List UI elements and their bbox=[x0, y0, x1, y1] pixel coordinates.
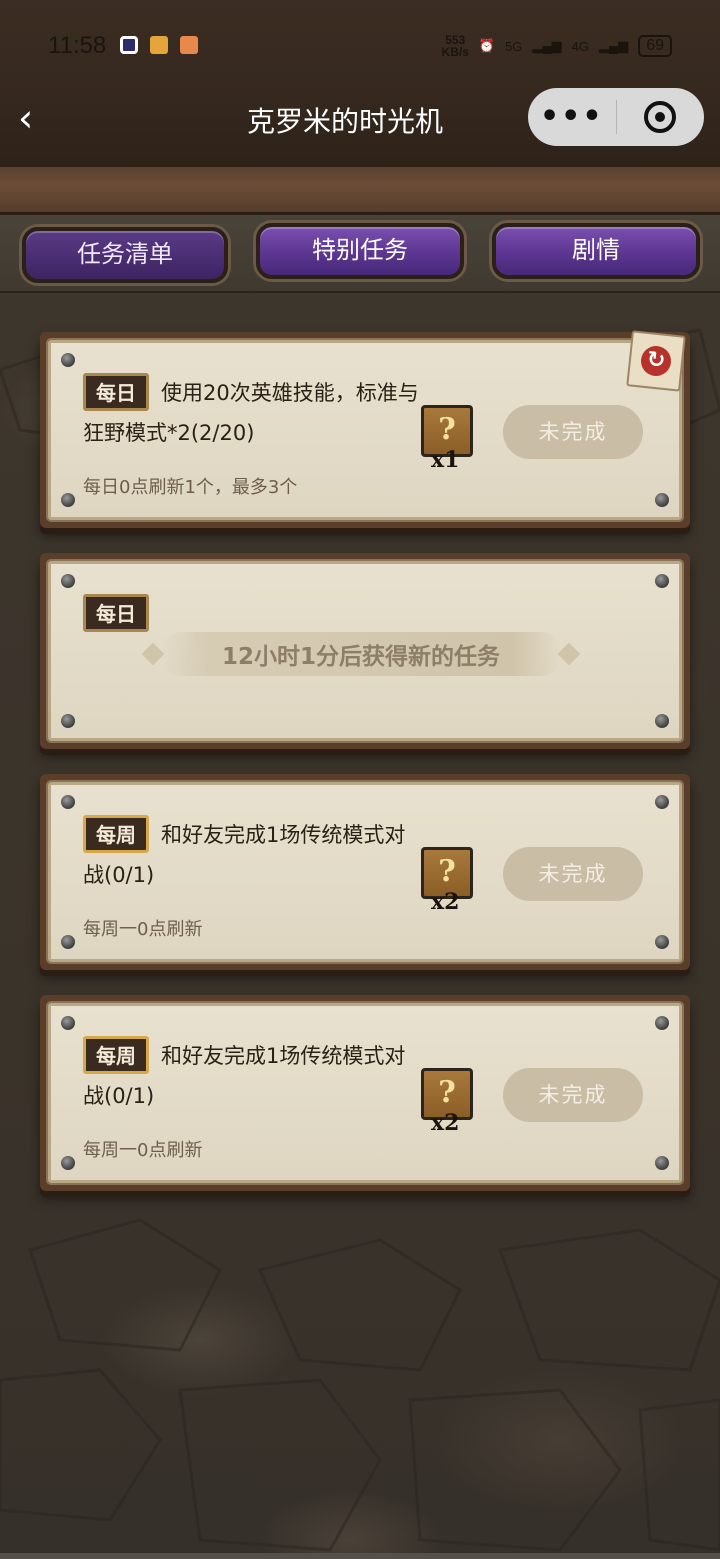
quest-card: 使用20次英雄技能，标准与狂野模式*2(2/20) 每日 每日0点刷新1个，最多… bbox=[40, 330, 690, 528]
quest-badge-weekly: 每周 bbox=[83, 815, 149, 853]
battery-icon: 69 bbox=[638, 35, 672, 57]
rivet bbox=[61, 714, 75, 728]
quest-status-button[interactable]: 未完成 bbox=[503, 1068, 643, 1122]
refresh-icon: ↻ bbox=[639, 344, 673, 378]
status-time: 11:58 bbox=[48, 32, 107, 59]
pending-countdown: 12小时1分后获得新的任务 bbox=[221, 644, 500, 670]
reward-count: x1 bbox=[431, 447, 460, 473]
tab-special-tasks[interactable]: 特别任务 bbox=[256, 223, 464, 279]
signal-4g: 4G bbox=[571, 38, 589, 54]
quest-subtitle: 每周一0点刷新 bbox=[83, 919, 203, 940]
rivet bbox=[655, 714, 669, 728]
rivet bbox=[655, 1156, 669, 1170]
quest-card-body: 和好友完成1场传统模式对战(0/1) 每周 每周一0点刷新 ? x2 未完成 bbox=[46, 1001, 684, 1185]
reward-count: x2 bbox=[431, 889, 460, 915]
notification-icons bbox=[120, 36, 198, 54]
close-miniprogram-button[interactable] bbox=[617, 101, 705, 133]
alarm-icon: ⏰ bbox=[478, 38, 496, 53]
rivet bbox=[655, 935, 669, 949]
rivet bbox=[61, 795, 75, 809]
quest-card-body: 使用20次英雄技能，标准与狂野模式*2(2/20) 每日 每日0点刷新1个，最多… bbox=[46, 330, 686, 522]
net-speed: 553 KB/s bbox=[441, 33, 469, 59]
home-indicator bbox=[0, 1553, 720, 1559]
quest-card-body: 每日 12小时1分后获得新的任务 bbox=[46, 559, 684, 743]
tab-story[interactable]: 剧情 bbox=[492, 223, 700, 279]
rivet bbox=[61, 935, 75, 949]
target-icon bbox=[644, 101, 677, 133]
rivet bbox=[655, 574, 669, 588]
quest-badge-weekly: 每周 bbox=[83, 1036, 149, 1074]
rivet bbox=[655, 493, 669, 507]
quest-badge-daily: 每日 bbox=[83, 594, 149, 632]
tab-task-list[interactable]: 任务清单 bbox=[22, 227, 228, 283]
miniprogram-capsule: ••• bbox=[528, 88, 704, 146]
rivet bbox=[61, 1016, 75, 1030]
rivet bbox=[61, 493, 75, 507]
rivet bbox=[61, 574, 75, 588]
more-button[interactable]: ••• bbox=[528, 102, 616, 132]
refresh-quest-button[interactable]: ↻ bbox=[626, 330, 686, 392]
rivet bbox=[655, 795, 669, 809]
quest-card: 和好友完成1场传统模式对战(0/1) 每周 每周一0点刷新 ? x2 未完成 bbox=[40, 774, 690, 970]
quest-status-button[interactable]: 未完成 bbox=[503, 847, 643, 901]
quest-subtitle: 每周一0点刷新 bbox=[83, 1140, 203, 1161]
header: 11:58 553 KB/s ⏰ 5G ▂▄▆ 4G ▂▄▆ 69 ‹ 克罗米的… bbox=[0, 0, 720, 165]
app-notification-icon bbox=[120, 36, 138, 54]
quest-badge-daily: 每日 bbox=[83, 373, 149, 411]
status-right: 553 KB/s ⏰ 5G ▂▄▆ 4G ▂▄▆ 69 bbox=[442, 34, 672, 58]
reward-count: x2 bbox=[431, 1110, 460, 1136]
quest-card-pending: 每日 12小时1分后获得新的任务 bbox=[40, 553, 690, 749]
signal-bars-icon: ▂▄▆ bbox=[532, 38, 562, 53]
signal-bars-icon: ▂▄▆ bbox=[598, 38, 629, 53]
wood-beam bbox=[0, 165, 720, 215]
shield-notification-icon bbox=[180, 36, 198, 54]
message-notification-icon bbox=[150, 36, 168, 54]
quest-card-body: 和好友完成1场传统模式对战(0/1) 每周 每周一0点刷新 ? x2 未完成 bbox=[46, 780, 684, 964]
pending-banner: 12小时1分后获得新的任务 bbox=[141, 624, 581, 684]
signal-5g: 5G bbox=[505, 38, 523, 54]
tab-bar: 任务清单 特别任务 剧情 bbox=[0, 215, 720, 293]
rivet bbox=[61, 353, 75, 367]
rivet bbox=[655, 1016, 669, 1030]
ornament-diamond bbox=[557, 642, 581, 666]
rivet bbox=[61, 1156, 75, 1170]
quest-card: 和好友完成1场传统模式对战(0/1) 每周 每周一0点刷新 ? x2 未完成 bbox=[40, 995, 690, 1191]
quest-subtitle: 每日0点刷新1个，最多3个 bbox=[83, 477, 298, 498]
quest-status-button[interactable]: 未完成 bbox=[503, 405, 643, 459]
status-bar: 11:58 553 KB/s ⏰ 5G ▂▄▆ 4G ▂▄▆ 69 bbox=[0, 28, 720, 68]
